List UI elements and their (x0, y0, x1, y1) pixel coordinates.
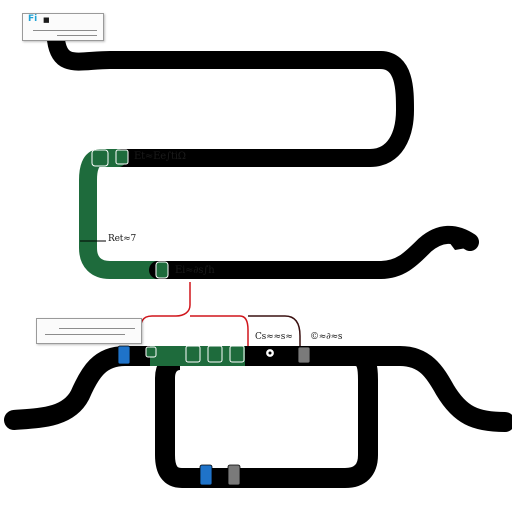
info-card-lower[interactable] (36, 318, 142, 344)
station-marker[interactable] (155, 261, 169, 279)
card-divider (57, 35, 97, 36)
station-label-far-right: ©≈∂≈s (310, 332, 343, 342)
station-label-middle: Ei≈∂s∫h (175, 265, 215, 276)
lower-loop-track (155, 346, 378, 488)
badge-green[interactable] (145, 346, 157, 358)
station-label-upper: Et≈Ee∫tiΩ (134, 151, 186, 162)
red-connector-right (190, 315, 249, 348)
badge-green[interactable] (229, 345, 245, 363)
station-label-side: Ret≈7 (108, 234, 136, 244)
info-card-top[interactable]: Fi ■ (22, 13, 104, 41)
location-pin-icon[interactable] (264, 347, 276, 359)
station-marker[interactable] (115, 149, 129, 165)
station-label-right: Cs≈≈s≈ (255, 332, 293, 342)
card-title-mark: ■ (43, 16, 50, 24)
badge-grey[interactable] (227, 464, 241, 486)
badge-green[interactable] (207, 345, 223, 363)
upper-track (47, 31, 415, 167)
red-connector (139, 282, 191, 336)
route-diagram-svg (4, 31, 512, 488)
card-divider (59, 328, 135, 329)
badge-blue[interactable] (199, 464, 213, 486)
green-track (79, 149, 169, 279)
card-divider (33, 30, 97, 31)
card-divider (45, 334, 125, 335)
station-marker[interactable] (91, 149, 109, 167)
card-title: Fi (28, 14, 38, 24)
route-diagram: Fi ■ Et≈Ee∫tiΩ Ret≈7 Ei≈∂s∫h Cs≈≈s≈ ©≈∂≈… (0, 0, 512, 512)
badge-grey[interactable] (297, 346, 311, 364)
badge-green[interactable] (185, 345, 201, 363)
lower-left-track (4, 346, 175, 430)
badge-blue[interactable] (117, 345, 131, 365)
